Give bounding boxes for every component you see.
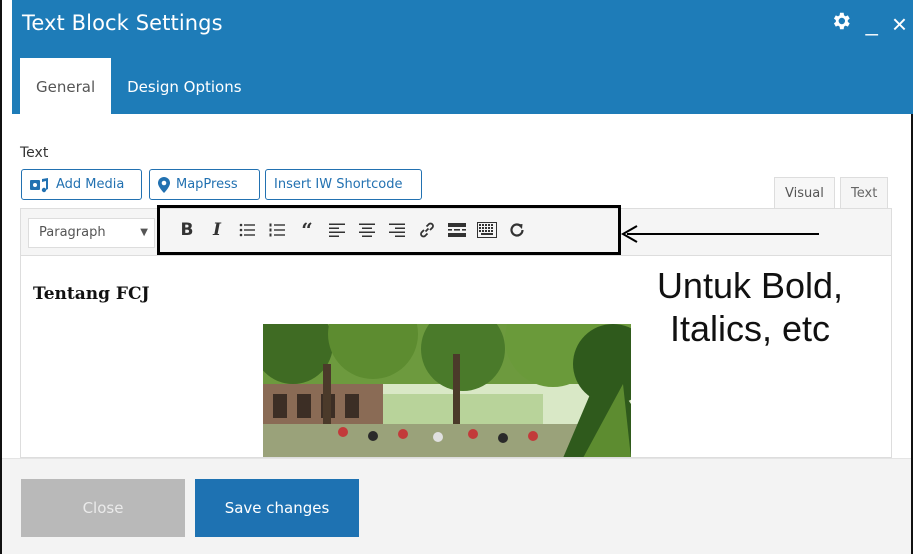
gear-icon[interactable]: [830, 10, 852, 37]
formatting-toolbar-highlight: B I “: [157, 205, 621, 255]
content-photo: [263, 324, 631, 457]
annotation-line-2: Italics, etc: [669, 308, 831, 349]
tab-bar: General Design Options: [20, 58, 258, 114]
annotation-arrow: [620, 225, 819, 243]
align-right-icon[interactable]: [384, 217, 410, 243]
map-pin-icon: [158, 176, 170, 193]
numbered-list-icon[interactable]: [264, 217, 290, 243]
content-heading: Tentang FCJ: [33, 284, 150, 304]
format-select-value: Paragraph: [39, 225, 106, 240]
tab-visual[interactable]: Visual: [774, 177, 835, 209]
close-button[interactable]: Close: [21, 479, 185, 537]
dialog-footer: Close Save changes: [2, 458, 911, 554]
text-field-label: Text: [20, 145, 49, 161]
dialog-header: Text Block Settings _ × General Design O…: [12, 0, 913, 114]
italic-icon[interactable]: I: [204, 217, 230, 243]
link-icon[interactable]: [414, 217, 440, 243]
insert-shortcode-button[interactable]: Insert IW Shortcode: [265, 169, 422, 200]
insert-shortcode-label: Insert IW Shortcode: [274, 177, 403, 192]
close-icon[interactable]: ×: [892, 11, 907, 37]
add-media-label: Add Media: [56, 177, 125, 192]
tab-design-options[interactable]: Design Options: [111, 58, 257, 114]
tab-text[interactable]: Text: [840, 177, 889, 209]
align-left-icon[interactable]: [324, 217, 350, 243]
blockquote-icon[interactable]: “: [294, 217, 320, 243]
media-icon: [30, 177, 48, 192]
save-changes-button[interactable]: Save changes: [195, 479, 359, 537]
toolbar-toggle-icon[interactable]: [474, 217, 500, 243]
mappress-label: MapPress: [176, 177, 238, 192]
annotation-line-1: Untuk Bold,: [656, 265, 844, 306]
add-media-button[interactable]: Add Media: [21, 169, 142, 200]
tab-general[interactable]: General: [20, 58, 112, 114]
read-more-icon[interactable]: [444, 217, 470, 243]
mappress-button[interactable]: MapPress: [149, 169, 260, 200]
format-select[interactable]: Paragraph ▼: [28, 218, 155, 248]
undo-icon[interactable]: [504, 217, 530, 243]
bullet-list-icon[interactable]: [234, 217, 260, 243]
chevron-down-icon: ▼: [140, 227, 148, 238]
bold-icon[interactable]: B: [174, 217, 200, 243]
minimize-icon[interactable]: _: [866, 11, 878, 36]
annotation-text: Untuk Bold, Italics, etc: [610, 264, 890, 350]
dialog-title: Text Block Settings: [22, 11, 223, 35]
align-center-icon[interactable]: [354, 217, 380, 243]
header-controls: _ ×: [830, 10, 907, 37]
